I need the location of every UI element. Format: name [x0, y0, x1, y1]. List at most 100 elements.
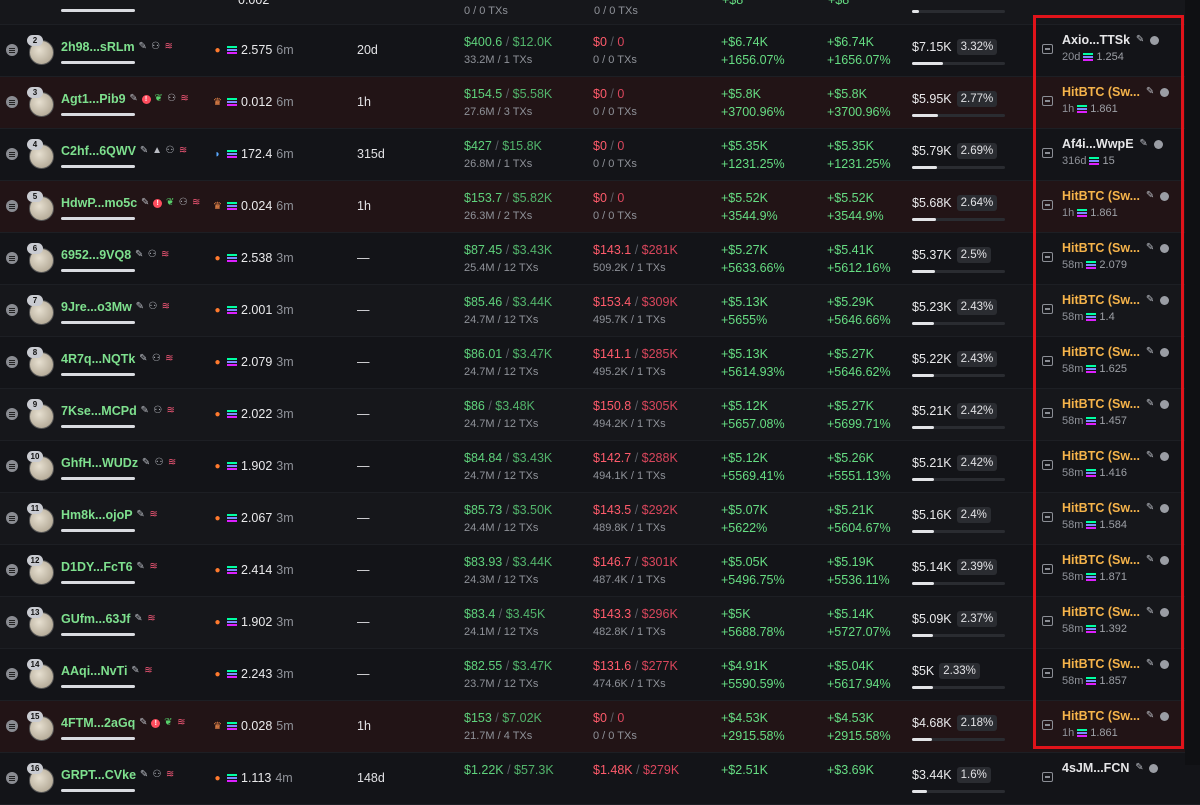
wallet-cell[interactable]: Agt1...Pib9 ✎! ❦ ⚇ ≋ [61, 92, 190, 106]
funding-cell[interactable]: HitBTC (Sw... ✎ [1062, 657, 1170, 671]
funding-icon[interactable] [1042, 200, 1053, 210]
pencil-icon[interactable]: ✎ [1145, 451, 1155, 461]
wallet-cell[interactable]: D1DY...FcT6 ✎ ≋ [61, 560, 159, 574]
wallet-cell[interactable]: 7Kse...MCPd ✎ ⚇ ≋ [61, 404, 176, 418]
funding-cell[interactable]: HitBTC (Sw... ✎ [1062, 189, 1170, 203]
pencil-icon[interactable]: ✎ [1145, 295, 1155, 305]
funding-icon[interactable] [1042, 44, 1053, 54]
avatar[interactable]: 16 [27, 763, 54, 793]
scrollbar-track[interactable] [1185, 0, 1200, 765]
funding-cell[interactable]: HitBTC (Sw... ✎ [1062, 85, 1170, 99]
pencil-icon[interactable]: ✎ [140, 406, 150, 416]
pencil-icon[interactable]: ✎ [139, 146, 149, 156]
pencil-icon[interactable]: ✎ [1145, 399, 1155, 409]
row-menu-icon[interactable] [6, 44, 18, 56]
funding-icon[interactable] [1042, 616, 1053, 626]
funding-icon[interactable] [1042, 148, 1053, 158]
funding-source[interactable]: HitBTC (Sw... [1062, 397, 1140, 411]
wallet-address[interactable]: AAqi...NvTi [61, 664, 127, 678]
pencil-icon[interactable]: ✎ [1145, 503, 1155, 513]
wallet-cell[interactable]: GUfm...63Jf ✎ ≋ [61, 612, 156, 626]
funding-icon[interactable] [1042, 96, 1053, 106]
info-icon[interactable] [1160, 607, 1170, 617]
wallet-address[interactable]: D1DY...FcT6 [61, 560, 133, 574]
funding-source[interactable]: HitBTC (Sw... [1062, 241, 1140, 255]
avatar[interactable]: 13 [27, 607, 54, 637]
table-row[interactable]: 15 4FTM...2aGq ✎! ❦ ≋ ♛ 0.028 5m 1h $153 / $7.02K… [0, 701, 1200, 753]
wallet-cell[interactable]: C2hf...6QWV ✎ ▲ ⚇ ≋ [61, 144, 188, 158]
wallet-cell[interactable]: GhfH...WUDz ✎ ⚇ ≋ [61, 456, 177, 470]
funding-cell[interactable]: HitBTC (Sw... ✎ [1062, 709, 1170, 723]
avatar[interactable]: 2 [27, 35, 54, 65]
table-row[interactable]: 5 HdwP...mo5c ✎! ❦ ⚇ ≋ ♛ 0.024 6m 1h $153.7 / $5.8… [0, 181, 1200, 233]
funding-icon[interactable] [1042, 772, 1053, 782]
wallet-address[interactable]: GRPT...CVke [61, 768, 136, 782]
row-menu-icon[interactable] [6, 720, 18, 732]
avatar[interactable]: 10 [27, 451, 54, 481]
wallet-cell[interactable]: 4R7q...NQTk ✎ ⚇ ≋ [61, 352, 174, 366]
funding-cell[interactable]: HitBTC (Sw... ✎ [1062, 449, 1170, 463]
table-row[interactable]: 3 Agt1...Pib9 ✎! ❦ ⚇ ≋ ♛ 0.012 6m 1h $154.5 / $5.5… [0, 77, 1200, 129]
funding-source[interactable]: HitBTC (Sw... [1062, 605, 1140, 619]
row-menu-icon[interactable] [6, 512, 18, 524]
wallet-address[interactable]: 4FTM...2aGq [61, 716, 135, 730]
funding-cell[interactable]: HitBTC (Sw... ✎ [1062, 345, 1170, 359]
table-row[interactable]: 8 4R7q...NQTk ✎ ⚇ ≋ ● 2.079 3m — $86.01 / $3.47K 2… [0, 337, 1200, 389]
info-icon[interactable] [1160, 243, 1170, 253]
pencil-icon[interactable]: ✎ [1145, 243, 1155, 253]
funding-icon[interactable] [1042, 668, 1053, 678]
row-menu-icon[interactable] [6, 96, 18, 108]
avatar[interactable]: 14 [27, 659, 54, 689]
wallet-address[interactable]: HdwP...mo5c [61, 196, 137, 210]
wallet-cell[interactable]: 4FTM...2aGq ✎! ❦ ≋ [61, 716, 186, 730]
pencil-icon[interactable]: ✎ [136, 562, 146, 572]
funding-cell[interactable]: HitBTC (Sw... ✎ [1062, 293, 1170, 307]
pencil-icon[interactable]: ✎ [141, 458, 151, 468]
row-menu-icon[interactable] [6, 408, 18, 420]
table-row[interactable]: 9 7Kse...MCPd ✎ ⚇ ≋ ● 2.022 3m — $86 / $3.48K 24.7… [0, 389, 1200, 441]
funding-icon[interactable] [1042, 252, 1053, 262]
pencil-icon[interactable]: ✎ [1145, 607, 1155, 617]
wallet-address[interactable]: 2h98...sRLm [61, 40, 135, 54]
table-row[interactable]: 4 C2hf...6QWV ✎ ▲ ⚇ ≋ ◗ 172.4 6m 315d $427 / $15.8… [0, 129, 1200, 181]
pencil-icon[interactable]: ✎ [130, 666, 140, 676]
funding-source[interactable]: HitBTC (Sw... [1062, 293, 1140, 307]
wallet-address[interactable]: Agt1...Pib9 [61, 92, 126, 106]
row-menu-icon[interactable] [6, 356, 18, 368]
wallet-cell[interactable]: Hm8k...ojoP ✎ ≋ [61, 508, 159, 522]
wallet-address[interactable]: Hm8k...ojoP [61, 508, 133, 522]
wallet-cell[interactable]: AAqi...NvTi ✎ ≋ [61, 664, 153, 678]
funding-source[interactable]: HitBTC (Sw... [1062, 657, 1140, 671]
row-menu-icon[interactable] [6, 148, 18, 160]
funding-source[interactable]: Axio...TTSk [1062, 33, 1130, 47]
funding-icon[interactable] [1042, 356, 1053, 366]
pencil-icon[interactable]: ✎ [1139, 139, 1149, 149]
funding-cell[interactable]: Af4i...WwpE ✎ [1062, 137, 1163, 151]
funding-source[interactable]: 4sJM...FCN [1062, 761, 1129, 775]
pencil-icon[interactable]: ✎ [1145, 555, 1155, 565]
funding-icon[interactable] [1042, 304, 1053, 314]
wallet-address[interactable]: 9Jre...o3Mw [61, 300, 132, 314]
info-icon[interactable] [1160, 87, 1170, 97]
table-row[interactable]: 14 AAqi...NvTi ✎ ≋ ● 2.243 3m — $82.55 / $3.47K 2… [0, 649, 1200, 701]
pencil-icon[interactable]: ✎ [136, 510, 146, 520]
row-menu-icon[interactable] [6, 252, 18, 264]
avatar[interactable]: 3 [27, 87, 54, 117]
row-menu-icon[interactable] [6, 668, 18, 680]
wallet-cell[interactable]: 6952...9VQ8 ✎ ⚇ ≋ [61, 248, 170, 262]
funding-cell[interactable]: Axio...TTSk ✎ [1062, 33, 1160, 47]
info-icon[interactable] [1160, 451, 1170, 461]
table-row[interactable]: 16 GRPT...CVke ✎ ⚇ ≋ ● 1.113 4m 148d $1.22K / $57… [0, 753, 1200, 805]
pencil-icon[interactable]: ✎ [135, 302, 145, 312]
funding-source[interactable]: HitBTC (Sw... [1062, 709, 1140, 723]
wallet-cell[interactable]: 2h98...sRLm ✎ ⚇ ≋ [61, 40, 174, 54]
table-row[interactable]: 6 6952...9VQ8 ✎ ⚇ ≋ ● 2.538 3m — $87.45 / $3.43K 2… [0, 233, 1200, 285]
avatar[interactable]: 8 [27, 347, 54, 377]
funding-cell[interactable]: HitBTC (Sw... ✎ [1062, 397, 1170, 411]
avatar[interactable]: 15 [27, 711, 54, 741]
funding-source[interactable]: HitBTC (Sw... [1062, 449, 1140, 463]
pencil-icon[interactable]: ✎ [129, 94, 139, 104]
info-icon[interactable] [1160, 347, 1170, 357]
pencil-icon[interactable]: ✎ [138, 42, 148, 52]
pencil-icon[interactable]: ✎ [138, 718, 148, 728]
